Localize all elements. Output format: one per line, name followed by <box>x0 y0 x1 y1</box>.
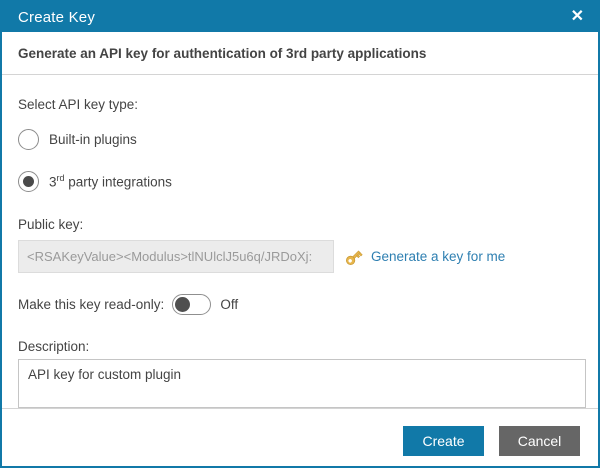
key-type-label: Select API key type: <box>18 97 582 113</box>
dialog-title: Create Key <box>18 9 95 26</box>
key-icon[interactable] <box>344 247 364 267</box>
radio-builtin-plugins-label: Built-in plugins <box>49 132 137 147</box>
toggle-knob-icon <box>175 297 190 312</box>
dialog-footer: Create Cancel <box>2 408 598 472</box>
public-key-input <box>18 240 334 273</box>
description-textarea[interactable]: API key for custom plugin <box>18 359 586 408</box>
dialog-body: Select API key type: Built-in plugins 3r… <box>2 75 598 408</box>
dialog-subtitle: Generate an API key for authentication o… <box>2 32 598 75</box>
read-only-label: Make this key read-only: <box>18 297 164 312</box>
radio-3rd-party-label: 3rd party integrations <box>49 173 172 190</box>
read-only-row: Make this key read-only: Off <box>18 293 582 315</box>
public-key-row: Generate a key for me <box>18 240 582 273</box>
read-only-toggle[interactable] <box>172 294 211 315</box>
dialog-titlebar: Create Key ✕ <box>2 2 598 32</box>
public-key-label: Public key: <box>18 217 582 233</box>
read-only-state: Off <box>220 297 238 312</box>
radio-circle-checked-icon[interactable] <box>18 171 39 192</box>
generate-key-link[interactable]: Generate a key for me <box>344 247 505 267</box>
create-key-dialog: Create Key ✕ Generate an API key for aut… <box>0 0 600 468</box>
radio-builtin-plugins[interactable]: Built-in plugins <box>18 127 582 151</box>
create-button[interactable]: Create <box>403 426 484 456</box>
generate-key-link-label[interactable]: Generate a key for me <box>371 249 505 264</box>
radio-3rd-party-integrations[interactable]: 3rd party integrations <box>18 169 582 193</box>
close-icon[interactable]: ✕ <box>571 9 584 25</box>
cancel-button[interactable]: Cancel <box>499 426 580 456</box>
description-label: Description: <box>18 339 582 355</box>
radio-circle-unchecked-icon[interactable] <box>18 129 39 150</box>
